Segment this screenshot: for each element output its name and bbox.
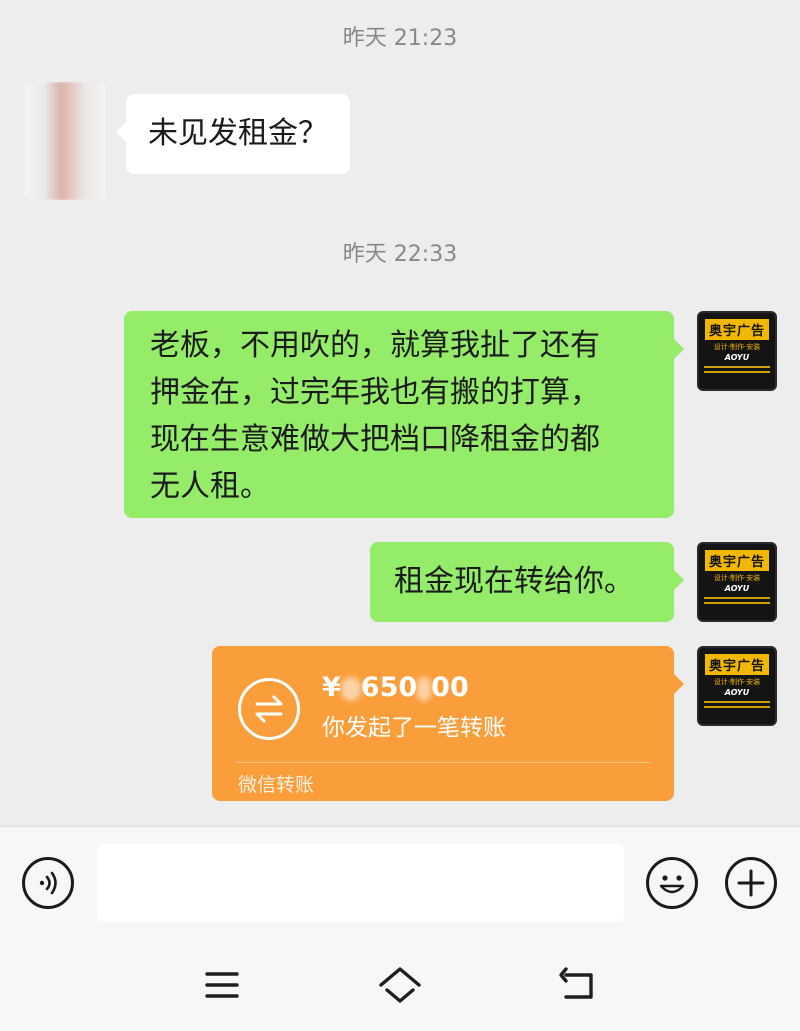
- brand-decoration: [704, 701, 770, 711]
- brand-subtitle: 设计·制作·安装: [713, 343, 761, 351]
- contact-avatar[interactable]: [24, 82, 106, 200]
- home-icon: [379, 967, 421, 1003]
- transfer-card[interactable]: ¥650 00 你发起了一笔转账 微信转账: [212, 646, 684, 801]
- add-button[interactable]: [725, 857, 777, 909]
- plus-icon: [737, 869, 765, 897]
- contact-avatar-image: [24, 82, 106, 200]
- back-button[interactable]: [552, 960, 602, 1010]
- emoji-icon: [659, 875, 685, 894]
- home-button[interactable]: [375, 960, 425, 1010]
- divider: [236, 762, 650, 763]
- message-line: 老板，不用吹的，就算我扯了还有: [150, 328, 600, 363]
- brand-pinyin: AOYU: [724, 353, 750, 362]
- message-sent[interactable]: 租金现在转给你。: [370, 542, 684, 622]
- message-line: 现在生意难做大把档口降租金的都: [150, 422, 600, 457]
- transfer-footer-label: 微信转账: [238, 774, 315, 796]
- menu-button[interactable]: [197, 960, 247, 1010]
- brand-logo-text: 奥宇广告: [704, 550, 769, 571]
- brand-subtitle: 设计·制作·安装: [713, 574, 761, 582]
- message-line: 押金在，过完年我也有搬的打算，: [150, 375, 600, 410]
- redaction-blur: [340, 676, 361, 701]
- brand-logo-text: 奥宇广告: [704, 319, 769, 340]
- redaction-blur: [417, 676, 432, 701]
- input-bar: [0, 826, 800, 936]
- timestamp: 昨天 22:33: [342, 242, 458, 267]
- system-navigation-bar: [0, 936, 800, 1031]
- brand-pinyin: AOYU: [724, 688, 750, 697]
- voice-button[interactable]: [22, 857, 74, 909]
- voice-icon: [39, 871, 57, 895]
- brand-decoration: [704, 366, 770, 376]
- my-avatar[interactable]: 奥宇广告 设计·制作·安装 AOYU: [697, 646, 777, 726]
- message-sent[interactable]: 老板，不用吹的，就算我扯了还有 押金在，过完年我也有搬的打算， 现在生意难做大把…: [124, 311, 684, 518]
- currency-symbol: ¥: [322, 672, 341, 703]
- transfer-description: 你发起了一笔转账: [322, 715, 506, 741]
- back-icon: [559, 967, 593, 999]
- message-text: 未见发租金？: [148, 116, 328, 151]
- brand-decoration: [704, 597, 770, 607]
- message-received[interactable]: 未见发租金？: [116, 94, 350, 174]
- transfer-amount: ¥650 00: [322, 672, 469, 703]
- amount-digits: 00: [431, 672, 469, 703]
- brand-subtitle: 设计·制作·安装: [713, 678, 761, 686]
- brand-pinyin: AOYU: [724, 584, 750, 593]
- menu-icon: [205, 972, 239, 998]
- brand-logo-text: 奥宇广告: [704, 654, 769, 675]
- my-avatar[interactable]: 奥宇广告 设计·制作·安装 AOYU: [697, 311, 777, 391]
- emoji-button[interactable]: [646, 857, 698, 909]
- message-input[interactable]: [97, 844, 624, 922]
- transfer-arrows-icon: [238, 678, 300, 740]
- message-text: 租金现在转给你。: [394, 564, 634, 599]
- chat-area[interactable]: 昨天 21:23 未见发租金？ 昨天 22:33 老板，不用吹的，就算我扯了还有…: [0, 0, 800, 826]
- my-avatar[interactable]: 奥宇广告 设计·制作·安装 AOYU: [697, 542, 777, 622]
- timestamp: 昨天 21:23: [342, 26, 458, 51]
- message-line: 无人租。: [150, 469, 270, 504]
- amount-digits: 650: [360, 672, 418, 703]
